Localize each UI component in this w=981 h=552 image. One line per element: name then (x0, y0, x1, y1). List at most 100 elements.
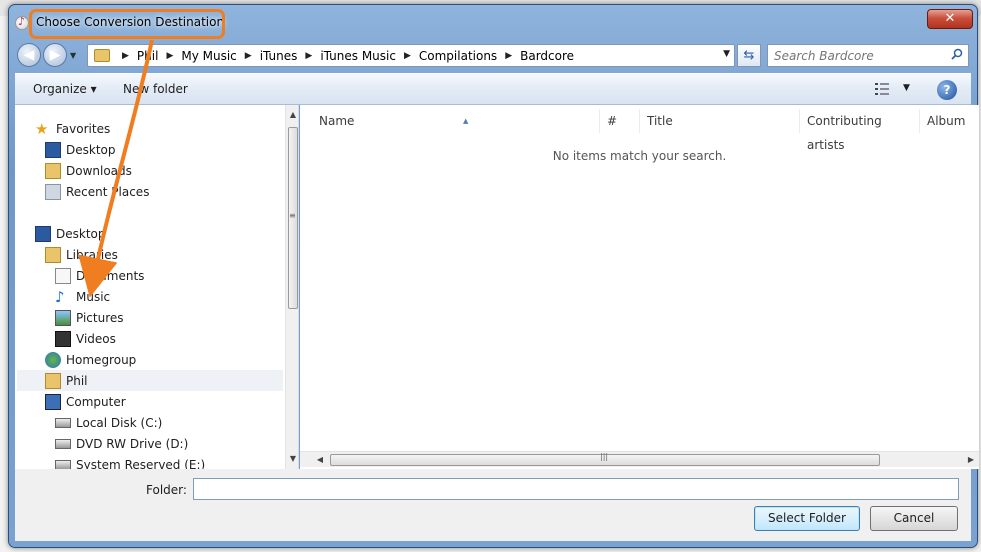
refresh-button[interactable]: ⇆ (737, 44, 761, 67)
tree-item-computer[interactable]: Computer (45, 391, 126, 412)
views-dropdown-icon[interactable]: ▼ (903, 83, 910, 93)
breadcrumb-item-itunes-music[interactable]: iTunes Music (320, 49, 396, 63)
tree-item-music[interactable]: ♪ Music (55, 286, 110, 307)
organize-button[interactable]: Organize ▾ (33, 82, 97, 96)
sort-ascending-icon: ▲ (463, 117, 469, 125)
search-box[interactable] (767, 44, 969, 67)
tree-label: Music (76, 289, 111, 304)
folder-icon (94, 49, 110, 62)
tree-item-desktop[interactable]: Desktop (35, 223, 106, 244)
address-row: ◀ ▶ ▼ ▶ Phil ▶ My Music ▶ iTunes ▶ iTune… (9, 41, 977, 69)
column-header-title[interactable]: Title (640, 109, 800, 133)
search-icon[interactable] (951, 48, 963, 60)
tree-item-desktop-favorite[interactable]: Desktop (45, 139, 116, 160)
tree-item-favorites[interactable]: ★ Favorites (35, 118, 110, 139)
tree-label: Homegroup (66, 352, 137, 367)
back-button[interactable]: ◀ (17, 43, 41, 67)
homegroup-icon (45, 351, 61, 368)
nav-vertical-scrollbar[interactable]: ▲ ≡ ▼ (285, 105, 298, 469)
folder-input[interactable] (193, 478, 959, 500)
scroll-up-icon[interactable]: ▲ (286, 107, 298, 123)
navigation-pane: ★ Favorites Desktop Downloads Recent Pla… (15, 105, 299, 469)
libraries-icon (45, 246, 61, 263)
music-note-icon: ♪ (55, 287, 65, 306)
tree-label: Videos (76, 331, 116, 346)
column-label: Name (319, 114, 355, 128)
tree-item-local-disk[interactable]: Local Disk (C:) (55, 412, 162, 433)
tree-item-recent-places[interactable]: Recent Places (45, 181, 149, 202)
scroll-grip-icon: ≡ (289, 211, 296, 220)
chevron-right-icon[interactable]: ▶ (404, 51, 411, 61)
tree-label: Desktop (56, 226, 106, 241)
tree-item-downloads[interactable]: Downloads (45, 160, 132, 181)
desktop-icon (45, 141, 61, 158)
history-dropdown-icon[interactable]: ▼ (70, 51, 76, 60)
new-folder-button[interactable]: New folder (123, 82, 188, 96)
tree-item-homegroup[interactable]: Homegroup (45, 349, 136, 370)
column-header-contributing-artists[interactable]: Contributing artists (800, 109, 920, 152)
disk-drive-icon (55, 459, 71, 469)
tree-label: Documents (76, 268, 145, 283)
tree-label: DVD RW Drive (D:) (76, 436, 189, 451)
user-folder-icon (45, 372, 61, 389)
views-icon[interactable] (875, 83, 889, 95)
tree-label: Libraries (66, 247, 118, 262)
recent-places-icon (45, 183, 61, 200)
title-callout-highlight (29, 9, 225, 39)
tree-item-videos[interactable]: Videos (55, 328, 116, 349)
folder-label: Folder: (146, 483, 187, 497)
close-button[interactable]: ✕ (927, 9, 973, 29)
empty-message: No items match your search. (552, 149, 727, 163)
tree-label: Desktop (66, 142, 116, 157)
tree-item-system-reserved[interactable]: System Reserved (E:) (55, 454, 205, 469)
column-header-name[interactable]: ▲ Name (312, 109, 600, 133)
tree-item-dvd-drive[interactable]: DVD RW Drive (D:) (55, 433, 188, 454)
conversion-dialog: Choose Conversion Destination ✕ ◀ ▶ ▼ ▶ … (8, 4, 979, 548)
forward-button[interactable]: ▶ (43, 43, 67, 67)
address-dropdown-icon[interactable]: ▼ (723, 49, 730, 59)
itunes-icon (15, 15, 29, 30)
chevron-right-icon[interactable]: ▶ (122, 51, 129, 61)
tree-item-phil[interactable]: Phil (17, 370, 283, 391)
scroll-left-icon[interactable]: ◀ (312, 452, 328, 468)
select-folder-button[interactable]: Select Folder (754, 506, 860, 531)
breadcrumb-item-itunes[interactable]: iTunes (260, 49, 298, 63)
breadcrumb[interactable]: ▶ Phil ▶ My Music ▶ iTunes ▶ iTunes Musi… (87, 44, 735, 67)
tree-label: Computer (66, 394, 126, 409)
command-toolbar: Organize ▾ New folder ▼ ? (15, 73, 971, 105)
downloads-folder-icon (45, 162, 61, 179)
cancel-button[interactable]: Cancel (870, 506, 958, 531)
videos-icon (55, 330, 71, 347)
breadcrumb-item-phil[interactable]: Phil (137, 49, 159, 63)
chevron-right-icon[interactable]: ▶ (166, 51, 173, 61)
tree-label: Phil (66, 373, 88, 388)
tree-label: Downloads (66, 163, 132, 178)
list-horizontal-scrollbar[interactable]: ◀ ||| ▶ (300, 451, 979, 467)
tree-item-pictures[interactable]: Pictures (55, 307, 124, 328)
chevron-right-icon[interactable]: ▶ (505, 51, 512, 61)
tree-item-documents[interactable]: Documents (55, 265, 144, 286)
chevron-right-icon[interactable]: ▶ (305, 51, 312, 61)
file-list-pane: ▲ Name # Title Contributing artists Albu… (300, 105, 979, 469)
breadcrumb-item-bardcore[interactable]: Bardcore (520, 49, 574, 63)
scroll-grip-icon: ||| (600, 452, 609, 461)
documents-icon (55, 267, 71, 284)
column-header-album[interactable]: Album (920, 109, 979, 133)
scroll-down-icon[interactable]: ▼ (286, 451, 298, 467)
tree-label: System Reserved (E:) (76, 457, 206, 470)
breadcrumb-items: ▶ Phil ▶ My Music ▶ iTunes ▶ iTunes Musi… (114, 48, 574, 64)
breadcrumb-item-compilations[interactable]: Compilations (419, 49, 497, 63)
scroll-right-icon[interactable]: ▶ (963, 452, 979, 468)
tree-item-libraries[interactable]: Libraries (45, 244, 118, 265)
search-input[interactable] (768, 45, 938, 66)
dvd-drive-icon (55, 438, 71, 449)
tree-label: Pictures (76, 310, 124, 325)
title-bar: Choose Conversion Destination ✕ (9, 5, 977, 39)
column-header-number[interactable]: # (600, 109, 640, 133)
dialog-footer: Folder: Select Folder Cancel (15, 469, 971, 541)
tree-label: Local Disk (C:) (76, 415, 163, 430)
help-button[interactable]: ? (937, 80, 957, 100)
chevron-right-icon[interactable]: ▶ (245, 51, 252, 61)
breadcrumb-item-my-music[interactable]: My Music (181, 49, 236, 63)
tree-label: Recent Places (66, 184, 150, 199)
